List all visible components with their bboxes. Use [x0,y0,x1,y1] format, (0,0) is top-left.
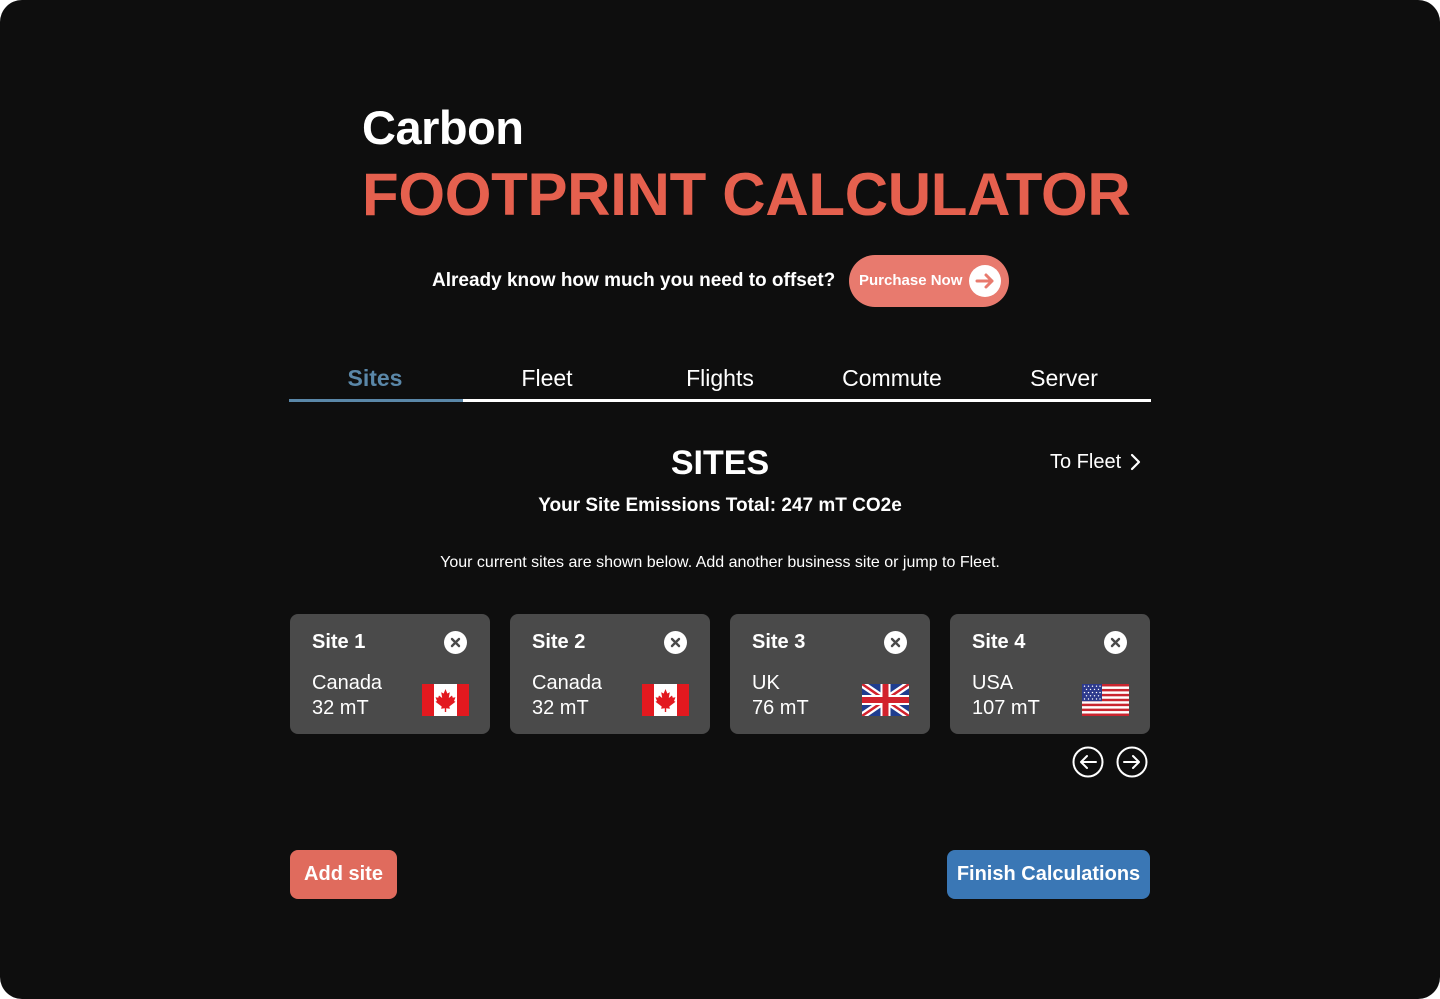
purchase-now-label: Purchase Now [859,272,963,289]
to-fleet-link[interactable]: To Fleet [1050,451,1141,474]
site-country: Canada [532,672,603,694]
site-amount: 32 mT [532,697,589,719]
tab-sites[interactable]: Sites [289,365,461,399]
uk-flag-icon [862,684,909,716]
finish-calculations-button[interactable]: Finish Calculations [947,850,1150,899]
tab-commute[interactable]: Commute [806,365,978,399]
arrow-right-circle-icon [1116,746,1148,778]
calculator-tabs: Sites Fleet Flights Commute Server [289,365,1151,405]
site-card[interactable]: Site 1 Canada 32 mT [290,614,490,734]
site-card[interactable]: Site 2 Canada 32 mT [510,614,710,734]
site-name: Site 3 [752,631,806,653]
offset-question: Already know how much you need to offset… [432,270,836,291]
site-name: Site 4 [972,631,1026,653]
site-country: UK [752,672,780,694]
tab-server[interactable]: Server [978,365,1150,399]
site-card[interactable]: Site 4 USA 107 mT [950,614,1150,734]
site-name: Site 1 [312,631,366,653]
close-icon[interactable] [664,631,687,654]
page-title-carbon: Carbon [362,101,524,154]
canada-flag-icon [642,684,689,716]
site-amount: 76 mT [752,697,809,719]
app-frame: Carbon FOOTPRINT CALCULATOR Already know… [0,0,1440,999]
tab-flights[interactable]: Flights [634,365,806,399]
site-name: Site 2 [532,631,586,653]
site-country: USA [972,672,1014,694]
offset-row: Already know how much you need to offset… [0,255,1440,307]
purchase-now-button[interactable]: Purchase Now [849,255,1009,307]
arrow-right-icon [969,265,1001,297]
close-icon[interactable] [1104,631,1127,654]
previous-sites-button[interactable] [1072,746,1104,778]
tab-active-indicator [289,399,463,402]
page-title-footprint-calculator: FOOTPRINT CALCULATOR [362,161,1131,228]
tab-fleet[interactable]: Fleet [461,365,633,399]
site-amount: 32 mT [312,697,369,719]
close-icon[interactable] [884,631,907,654]
to-fleet-label: To Fleet [1050,451,1122,473]
canada-flag-icon [422,684,469,716]
emissions-total: Your Site Emissions Total: 247 mT CO2e [538,495,902,516]
site-card[interactable]: Site 3 UK 76 mT [730,614,930,734]
help-text: Your current sites are shown below. Add … [440,554,1000,571]
next-sites-button[interactable] [1116,746,1148,778]
usa-flag-icon [1082,684,1129,716]
add-site-button[interactable]: Add site [290,850,397,899]
site-country: Canada [312,672,383,694]
close-icon[interactable] [444,631,467,654]
section-title: SITES [670,444,770,482]
arrow-left-circle-icon [1072,746,1104,778]
chevron-right-icon [1131,453,1141,471]
site-amount: 107 mT [972,697,1040,719]
